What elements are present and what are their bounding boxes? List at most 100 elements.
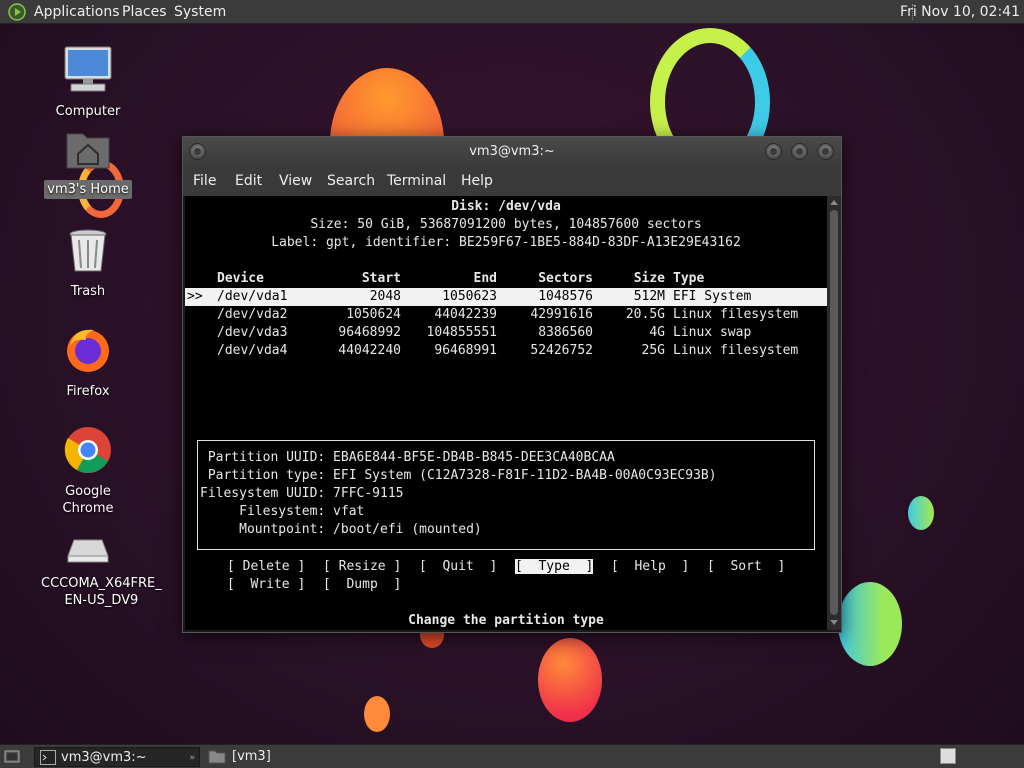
cell-sectors: 42991616 (530, 307, 593, 322)
col-start: Start (361, 271, 401, 286)
menu-help[interactable]: Help (461, 167, 493, 196)
trash-icon (69, 229, 107, 272)
menu-view[interactable]: View (279, 167, 312, 196)
table-header: Device Start End Sectors Size Type (185, 270, 827, 288)
info-mountpoint: Mountpoint: /boot/efi (mounted) (200, 522, 482, 537)
row-selector: >> (187, 289, 203, 304)
desktop-icon-firefox[interactable]: Firefox (38, 326, 138, 401)
cell-device: /dev/vda4 (217, 343, 288, 358)
menu-edit[interactable]: Edit (235, 167, 262, 196)
type-command[interactable]: [ Type ] (515, 558, 594, 576)
minimize-button[interactable] (765, 143, 782, 160)
dump-command[interactable]: [ Dump ] (323, 576, 401, 594)
desktop-icon-label: Google Chrome (62, 484, 114, 516)
cell-sectors: 52426752 (530, 343, 593, 358)
table-row[interactable]: /dev/vda3 96468992 104855551 8386560 4G … (185, 324, 827, 342)
desktop-icon-label: CCCOMA_X64FRE_ EN-US_DV9 (41, 576, 162, 608)
window-menu-button[interactable] (189, 143, 206, 160)
help-command[interactable]: [ Help ] (611, 558, 689, 576)
info-partition-type: Partition type: EFI System (C12A7328-F81… (200, 468, 717, 483)
cell-start: 2048 (369, 289, 401, 304)
computer-icon (64, 46, 112, 92)
cell-start: 1050624 (346, 307, 401, 322)
cell-end: 1050623 (442, 289, 497, 304)
delete-command[interactable]: [ Delete ] (227, 558, 305, 576)
taskbar-item-terminal[interactable]: vm3@vm3:~ » (34, 747, 200, 767)
desktop-icon-computer[interactable]: Computer (38, 44, 138, 121)
table-row[interactable]: >> /dev/vda1 2048 1050623 1048576 512M E… (185, 288, 827, 306)
scroll-thumb[interactable] (830, 210, 838, 615)
terminal-menubar: File Edit View Search Terminal Help (183, 167, 841, 196)
wallpaper-blob (908, 496, 934, 530)
disk-label: Label: gpt, identifier: BE259F67-1BE5-88… (271, 235, 741, 250)
scroll-up-arrow[interactable] (830, 200, 838, 205)
applications-menu-icon[interactable] (8, 3, 26, 21)
workspace-switcher[interactable] (940, 748, 956, 764)
terminal-icon (40, 750, 56, 765)
terminal-window[interactable]: vm3@vm3:~ File Edit View Search Terminal… (182, 136, 842, 633)
cell-end: 44042239 (434, 307, 497, 322)
scroll-down-arrow[interactable] (830, 620, 838, 625)
desktop-icon-chrome[interactable]: Google Chrome (38, 426, 138, 518)
menu-terminal[interactable]: Terminal (387, 167, 446, 196)
cell-start: 96468992 (338, 325, 401, 340)
info-filesystem: Filesystem: vfat (200, 504, 365, 519)
info-partition-uuid: Partition UUID: EBA6E844-BF5E-DB4B-B845-… (200, 450, 615, 465)
desktop-icon-home[interactable]: vm3's Home (38, 128, 138, 199)
cell-end: 104855551 (426, 325, 497, 340)
system-menu[interactable]: System (174, 0, 226, 24)
write-command[interactable]: [ Write ] (227, 576, 305, 594)
command-label: Write (250, 577, 290, 592)
disk-header: Disk: /dev/vda (451, 199, 561, 214)
menu-file[interactable]: File (193, 167, 216, 196)
terminal-screen[interactable]: Disk: /dev/vda Size: 50 GiB, 53687091200… (185, 196, 827, 630)
resize-command[interactable]: [ Resize ] (323, 558, 401, 576)
terminal-scrollbar[interactable] (827, 196, 841, 630)
desktop-icon-label: Computer (55, 104, 121, 119)
desktop-icon-trash[interactable]: Trash (38, 228, 138, 301)
command-label: Quit (442, 559, 474, 574)
desktop-icon-drive[interactable]: CCCOMA_X64FRE_ EN-US_DV9 (38, 536, 162, 610)
cell-start: 44042240 (338, 343, 401, 358)
cell-type: EFI System (673, 289, 752, 304)
partition-info-box: Partition UUID: EBA6E844-BF5E-DB4B-B845-… (197, 440, 815, 550)
top-panel: Applications Places System Fri Nov 10, 0… (0, 0, 1024, 24)
cell-sectors: 1048576 (538, 289, 593, 304)
applications-menu[interactable]: Applications (34, 0, 120, 24)
quit-command[interactable]: [ Quit ] (419, 558, 497, 576)
window-titlebar[interactable]: vm3@vm3:~ (183, 137, 841, 167)
info-filesystem-uuid: Filesystem UUID: 7FFC-9115 (200, 486, 404, 501)
cell-size: 512M (633, 289, 665, 304)
command-label: Resize (338, 559, 386, 574)
places-menu[interactable]: Places (122, 0, 167, 24)
command-label: Help (634, 559, 666, 574)
command-label: Delete (242, 559, 290, 574)
col-size: Size (633, 271, 665, 286)
wallpaper-blob (838, 582, 902, 666)
col-device: Device (217, 271, 264, 286)
cell-sectors: 8386560 (538, 325, 593, 340)
cell-device: /dev/vda1 (217, 289, 288, 304)
cell-size: 4G (649, 325, 665, 340)
taskbar-item-label: vm3@vm3:~ (61, 750, 147, 765)
cell-size: 25G (641, 343, 665, 358)
command-label: Dump (346, 577, 378, 592)
desktop-icon-label: vm3's Home (44, 180, 132, 199)
close-button[interactable] (817, 143, 834, 160)
maximize-button[interactable] (791, 143, 808, 160)
command-label: Sort (730, 559, 762, 574)
table-row[interactable]: /dev/vda2 1050624 44042239 42991616 20.5… (185, 306, 827, 324)
col-sectors: Sectors (538, 271, 593, 286)
desktop-icon-label: Trash (70, 284, 106, 299)
wallpaper-blob (364, 696, 390, 732)
col-type: Type (673, 271, 705, 286)
show-desktop-icon[interactable] (4, 749, 20, 765)
desktop-icon-label: Firefox (66, 384, 110, 399)
menu-search[interactable]: Search (327, 167, 375, 196)
sort-command[interactable]: [ Sort ] (707, 558, 785, 576)
taskbar-item-vm3[interactable]: [vm3] (206, 747, 326, 767)
table-row[interactable]: /dev/vda4 44042240 96468991 52426752 25G… (185, 342, 827, 360)
command-label: Type (538, 559, 570, 574)
clock[interactable]: Fri Nov 10, 02:41 (900, 0, 1020, 24)
cell-device: /dev/vda2 (217, 307, 288, 322)
